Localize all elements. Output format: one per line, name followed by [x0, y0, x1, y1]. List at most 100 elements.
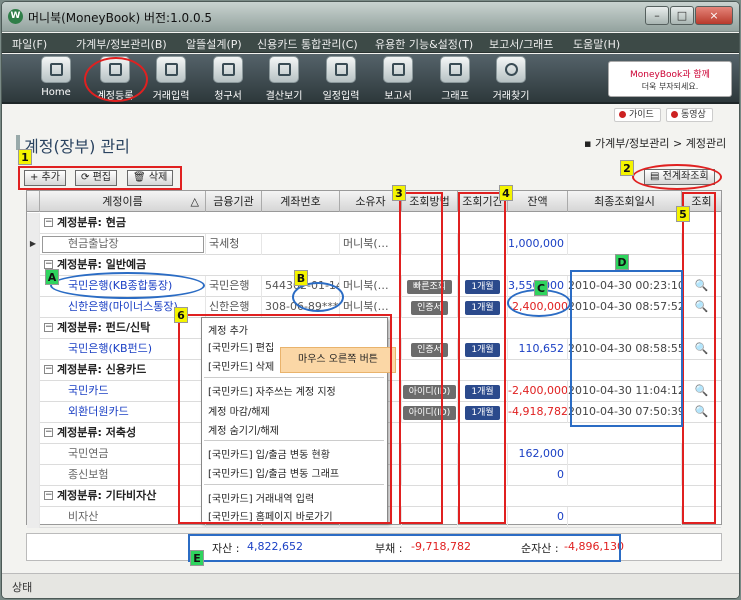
breadcrumb: ▪ 가계부/정보관리 > 계정관리	[584, 137, 727, 150]
cell-balance: 110,652	[508, 339, 568, 360]
annotation-label-6: 6	[174, 307, 188, 323]
menu-help[interactable]: 도움말(H)	[573, 36, 620, 52]
play-icon	[619, 111, 626, 118]
play-icon	[671, 111, 678, 118]
annotation-label-2: 2	[620, 160, 634, 176]
app-logo-icon: W	[8, 9, 23, 24]
annotation-label-e: E	[190, 550, 204, 566]
collapse-icon[interactable]: −	[44, 428, 53, 437]
collapse-icon[interactable]: −	[44, 365, 53, 374]
toolbar-bill[interactable]: 청구서	[202, 56, 254, 102]
menu-planning[interactable]: 알뜰설계(P)	[186, 36, 242, 52]
cell-bank: 국세청	[206, 234, 262, 255]
collapse-icon[interactable]: −	[44, 491, 53, 500]
card-icon	[213, 56, 243, 83]
status-bar: 상태	[2, 573, 739, 598]
annotation-label-5: 5	[676, 206, 690, 222]
toolbar-home[interactable]: Home	[30, 56, 82, 98]
row-indicator-header	[27, 191, 40, 212]
annotation-ring-a	[50, 272, 205, 299]
edit-icon	[156, 56, 186, 83]
cell-balance: 162,000	[508, 444, 568, 465]
annotation-label-a: A	[45, 269, 59, 285]
column-header-name[interactable]: 계정이름 △	[40, 191, 206, 212]
toolbar-settlement[interactable]: 결산보기	[258, 56, 310, 102]
collapse-icon[interactable]: −	[44, 323, 53, 332]
row-indicator: ▶	[27, 234, 40, 255]
collapse-icon[interactable]: −	[44, 260, 53, 269]
video-button[interactable]: 동영상	[666, 108, 713, 122]
cell-last	[568, 444, 682, 465]
annotation-label-3: 3	[392, 185, 406, 201]
toolbar-schedule[interactable]: 일정입력	[315, 56, 367, 102]
row-indicator	[27, 444, 40, 465]
annotation-box-1	[18, 166, 182, 190]
column-header-last-lookup[interactable]: 최종조회일시	[568, 191, 682, 212]
row-indicator	[27, 465, 40, 486]
minimize-button[interactable]: –	[645, 6, 669, 25]
cell-last	[568, 465, 682, 486]
menu-reports[interactable]: 보고서/그래프	[489, 36, 553, 52]
cell-last	[568, 234, 682, 255]
column-header-bank[interactable]: 금융기관	[206, 191, 262, 212]
annotation-ring-2	[632, 164, 722, 190]
cell-balance: 0	[508, 507, 568, 528]
column-header-account-number[interactable]: 계좌번호	[262, 191, 340, 212]
menu-tools[interactable]: 유용한 기능&설정(T)	[375, 36, 473, 52]
row-indicator	[27, 486, 40, 507]
cell-balance: 0	[508, 465, 568, 486]
row-indicator	[27, 360, 40, 381]
maximize-button[interactable]: □	[670, 6, 694, 25]
promo-banner[interactable]: MoneyBook과 함께 더욱 부자되세요.	[608, 61, 732, 97]
status-text: 상태	[12, 581, 33, 594]
grid-header: 계정이름 △ 금융기관 계좌번호 소유자 조회방법 조회기간 잔액 최종조회일시 …	[27, 191, 721, 212]
annotation-box-3	[399, 192, 443, 524]
toolbar-search[interactable]: 거래찾기	[485, 56, 537, 102]
row-indicator	[27, 381, 40, 402]
table-row[interactable]: ▶ 현금출납장 국세청 머니북(… 1,000,000	[27, 234, 721, 255]
row-indicator	[27, 402, 40, 423]
toolbar-report[interactable]: 보고서	[372, 56, 424, 102]
menu-ledger[interactable]: 가계부/정보관리(B)	[76, 36, 167, 52]
row-indicator	[27, 213, 40, 234]
toolbar-transaction-input[interactable]: 거래입력	[145, 56, 197, 102]
row-indicator	[27, 318, 40, 339]
annotation-label-4: 4	[499, 185, 513, 201]
cell-owner: 머니북(…	[340, 276, 402, 297]
bar-chart-icon	[440, 56, 470, 83]
page-title: 계정(장부) 관리	[24, 137, 130, 156]
annotation-label-1: 1	[18, 149, 32, 165]
row-indicator	[27, 297, 40, 318]
cell-balance: -2,400,000	[508, 381, 568, 402]
toolbar-graph[interactable]: 그래프	[429, 56, 481, 102]
cell-owner: 머니북(…	[340, 234, 402, 255]
search-icon	[496, 56, 526, 83]
home-icon	[41, 56, 71, 83]
annotation-label-c: C	[534, 280, 548, 296]
row-indicator	[27, 423, 40, 444]
collapse-icon[interactable]: −	[44, 218, 53, 227]
row-indicator	[27, 255, 40, 276]
menu-bar: 파일(F) 가계부/정보관리(B) 알뜰설계(P) 신용카드 통합관리(C) 유…	[2, 33, 739, 53]
cell-acct	[262, 234, 340, 255]
column-header-balance[interactable]: 잔액	[508, 191, 568, 212]
monitor-icon	[269, 56, 299, 83]
cell-bank: 국민은행	[206, 276, 262, 297]
guide-button[interactable]: 가이드	[614, 108, 661, 122]
annotation-box-d	[570, 270, 683, 427]
account-group-row[interactable]: − 계정분류: 현금	[27, 213, 721, 234]
window-title: 머니북(MoneyBook) 버전:1.0.0.5	[28, 11, 213, 25]
cell-last	[568, 507, 682, 528]
app-window: W 머니북(MoneyBook) 버전:1.0.0.5 – □ × 파일(F) …	[1, 1, 740, 599]
row-indicator	[27, 507, 40, 528]
menu-credit-card[interactable]: 신용카드 통합관리(C)	[257, 36, 358, 52]
row-indicator	[27, 339, 40, 360]
menu-file[interactable]: 파일(F)	[12, 36, 47, 52]
annotation-ring-b	[292, 282, 344, 312]
title-bar: W 머니북(MoneyBook) 버전:1.0.0.5 – □ ×	[2, 2, 739, 32]
close-button[interactable]: ×	[695, 6, 733, 25]
annotation-box-5	[682, 192, 716, 524]
sort-ascending-icon: △	[190, 195, 199, 208]
cell-name[interactable]: 현금출납장	[40, 234, 206, 255]
annotation-box-6	[178, 314, 392, 524]
